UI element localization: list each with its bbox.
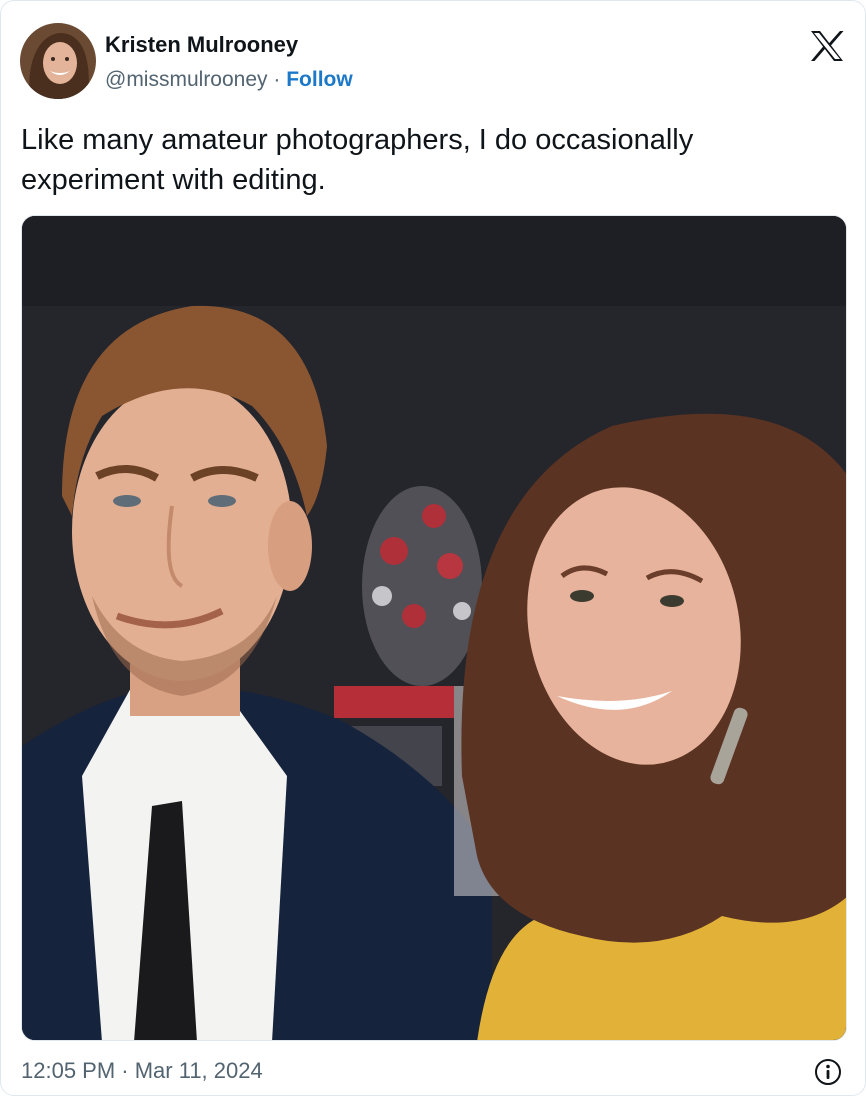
tweet-embed-card: Kristen Mulrooney @missmulrooney · Follo… bbox=[0, 0, 866, 1096]
tweet-media-photo[interactable] bbox=[21, 215, 847, 1041]
tweet-timestamp[interactable]: 12:05 PM · Mar 11, 2024 bbox=[21, 1056, 263, 1086]
meta-separator: · bbox=[273, 68, 281, 91]
follow-link[interactable]: Follow bbox=[286, 68, 353, 91]
edited-photo bbox=[22, 216, 846, 1040]
info-icon[interactable] bbox=[814, 1058, 842, 1086]
author-meta: @missmulrooney · Follow bbox=[105, 67, 353, 93]
author-handle[interactable]: @missmulrooney bbox=[105, 68, 268, 91]
tweet-text: Like many amateur photographers, I do oc… bbox=[21, 124, 694, 196]
author-avatar[interactable] bbox=[20, 23, 96, 99]
author-info: Kristen Mulrooney @missmulrooney · Follo… bbox=[105, 32, 353, 93]
x-logo-icon[interactable] bbox=[809, 30, 845, 62]
avatar-photo bbox=[20, 23, 96, 99]
author-name[interactable]: Kristen Mulrooney bbox=[105, 32, 353, 58]
